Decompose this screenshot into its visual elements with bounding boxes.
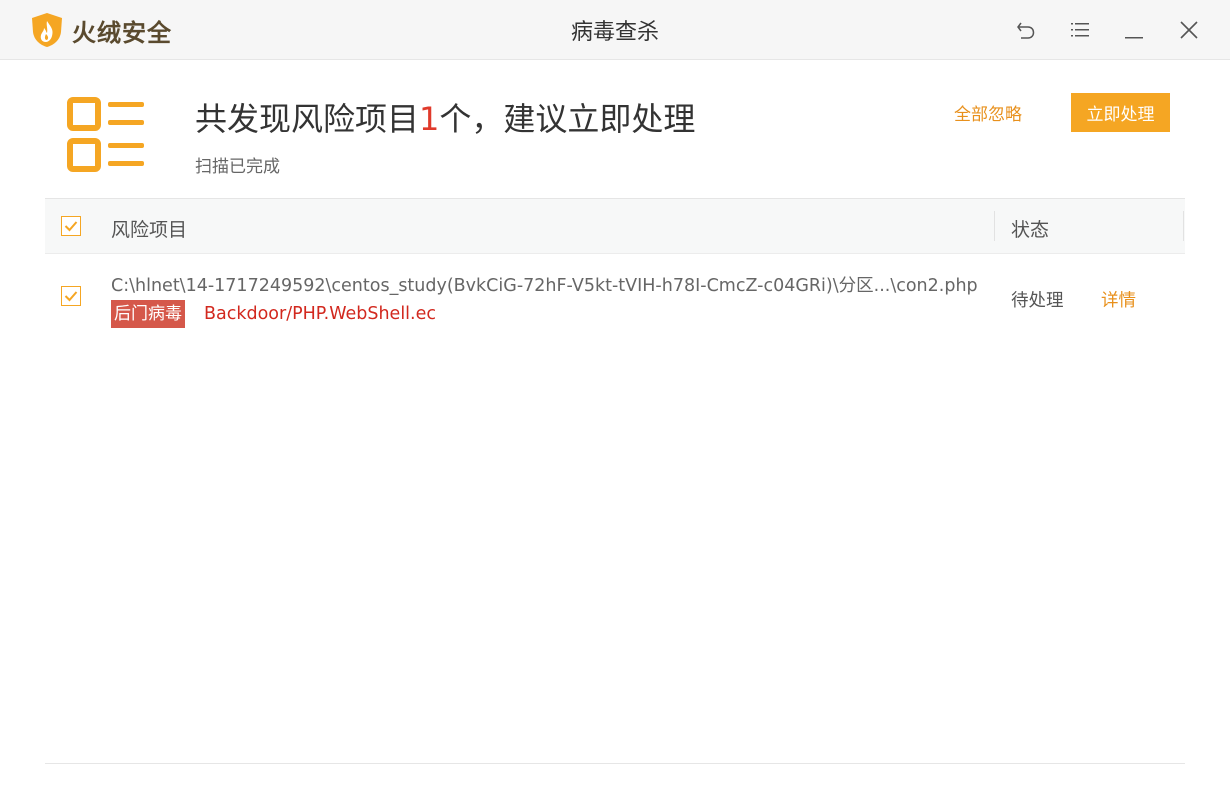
file-path: C:\hlnet\14-1717249592\centos_study(BvkC… (111, 276, 978, 296)
headline-suffix: 个，建议立即处理 (439, 100, 696, 138)
row-checkbox[interactable] (61, 286, 81, 306)
virus-type-tag: 后门病毒 (111, 300, 185, 328)
details-link[interactable]: 详情 (1101, 287, 1136, 312)
risk-count: 1 (419, 100, 440, 138)
minimize-button[interactable] (1119, 15, 1149, 45)
app-logo: 火绒安全 (30, 12, 172, 48)
ignore-all-link[interactable]: 全部忽略 (954, 100, 1022, 125)
minimize-icon (1125, 37, 1143, 39)
select-all-checkbox[interactable] (61, 216, 81, 236)
column-header-status: 状态 (1011, 219, 1050, 241)
menu-list-icon (1071, 23, 1089, 37)
risk-list-icon (67, 97, 144, 172)
close-button[interactable] (1174, 15, 1204, 45)
table-row: C:\hlnet\14-1717249592\centos_study(BvkC… (45, 255, 1185, 340)
column-divider (1183, 211, 1184, 241)
column-header-risk-item: 风险项目 (111, 219, 188, 241)
scan-result-headline: 共发现风险项目1个，建议立即处理 (195, 94, 695, 140)
title-bar: 火绒安全 病毒查杀 (0, 0, 1230, 60)
menu-button[interactable] (1065, 15, 1095, 45)
checkmark-icon (64, 291, 78, 302)
close-icon (1180, 21, 1198, 39)
virus-name: Backdoor/PHP.WebShell.ec (204, 304, 436, 324)
footer-divider (45, 763, 1185, 764)
column-divider (994, 211, 995, 241)
row-status: 待处理 (1011, 291, 1064, 311)
app-name: 火绒安全 (72, 18, 172, 47)
scan-status-text: 扫描已完成 (195, 157, 280, 177)
headline-prefix: 共发现风险项目 (195, 100, 420, 138)
window-title: 病毒查杀 (570, 20, 659, 45)
undo-arrow-icon (1017, 22, 1035, 39)
handle-now-button[interactable]: 立即处理 (1071, 93, 1170, 132)
checkmark-icon (64, 221, 78, 232)
back-button[interactable] (1011, 15, 1041, 45)
table-header: 风险项目 状态 (45, 199, 1185, 254)
huorong-shield-flame-icon (32, 13, 62, 47)
